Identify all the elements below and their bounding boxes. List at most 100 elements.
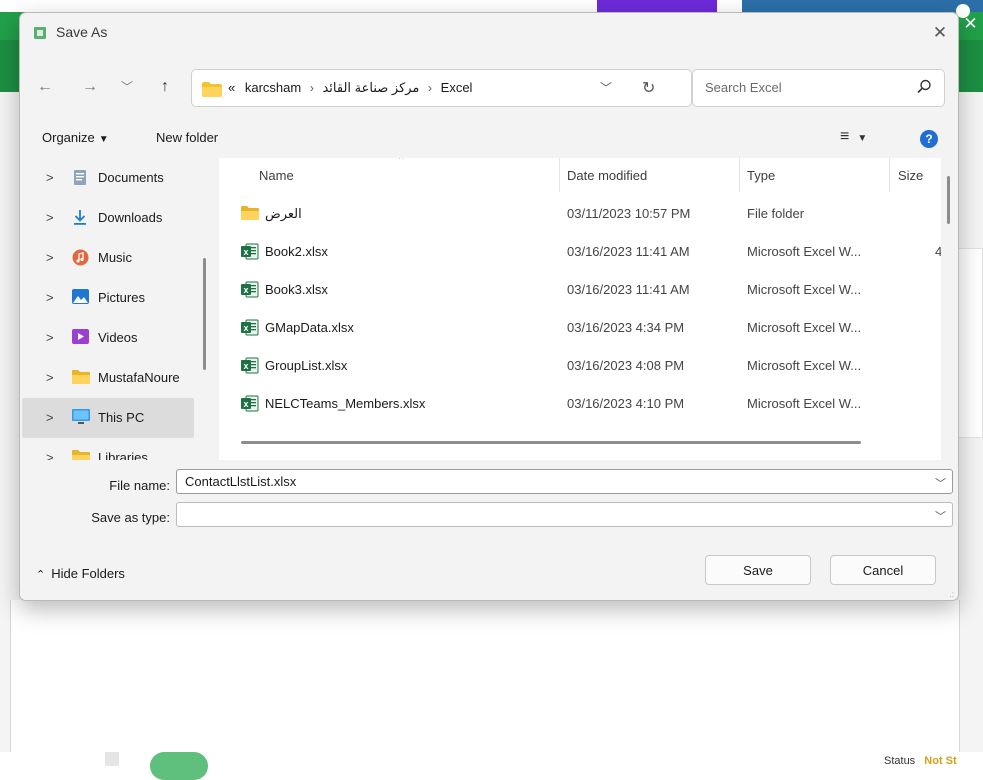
expand-chevron-icon[interactable]: >	[46, 450, 54, 460]
file-date-cell: 03/16/2023 11:41 AM	[567, 282, 690, 297]
file-name-field[interactable]: ContactLlstList.xlsx ﹀	[176, 469, 953, 494]
breadcrumb-item[interactable]: karcsham	[245, 80, 301, 95]
file-date-cell: 03/11/2023 10:57 PM	[567, 206, 691, 221]
sidebar-item-libraries[interactable]: > Libraries	[22, 438, 194, 460]
file-name-label: File name:	[109, 478, 170, 493]
file-date-cell: 03/16/2023 4:10 PM	[567, 396, 685, 411]
pictures-icon	[72, 289, 90, 306]
search-icon[interactable]	[917, 79, 932, 94]
file-name-cell: العرض	[265, 206, 302, 221]
documents-icon	[72, 169, 90, 186]
search-input[interactable]: Search Excel	[692, 69, 945, 107]
sidebar-item-this-pc[interactable]: > This PC	[22, 398, 194, 438]
refresh-icon[interactable]: ↻	[642, 78, 655, 98]
caret-down-icon: ▼	[98, 134, 109, 145]
excel-file-icon: x	[241, 243, 259, 260]
column-size-header[interactable]: Size	[898, 168, 923, 183]
breadcrumb-separator[interactable]: ›	[310, 81, 314, 95]
up-arrow-icon[interactable]: ↑	[156, 78, 174, 96]
organize-label: Organize	[42, 130, 95, 145]
computer-icon	[72, 409, 90, 426]
expand-chevron-icon[interactable]: >	[46, 170, 54, 185]
sidebar-item-label: This PC	[98, 410, 145, 425]
sidebar-item-label: Pictures	[98, 290, 145, 305]
back-arrow-icon[interactable]: ←	[36, 78, 54, 96]
sidebar-item-music[interactable]: > Music	[22, 238, 194, 278]
column-type-header[interactable]: Type	[747, 168, 775, 183]
file-name-cell: NELCTeams_Members.xlsx	[265, 396, 426, 411]
breadcrumb: « karcsham › مركز صناعة القائد › Excel	[228, 80, 472, 96]
column-name-header[interactable]: Name	[259, 168, 294, 183]
sidebar-item-downloads[interactable]: > Downloads	[22, 198, 194, 238]
file-name-cell: GMapData.xlsx	[265, 320, 354, 335]
dialog-titlebar[interactable]: Save As ✕	[20, 13, 958, 53]
file-row[interactable]: x GMapData.xlsx 03/16/2023 4:34 PM Microsof…	[219, 309, 941, 347]
navigation-scrollbar[interactable]	[203, 258, 206, 370]
resize-grip-icon[interactable]: .:	[950, 590, 954, 599]
vertical-scrollbar[interactable]	[947, 176, 950, 224]
organize-button[interactable]: Organize ▼	[42, 130, 109, 145]
sidebar-item-label: MustafaNoure	[98, 370, 180, 385]
sidebar-item-mustafanoure[interactable]: > MustafaNoure	[22, 358, 194, 398]
forward-arrow-icon[interactable]: →	[81, 78, 99, 96]
save-as-type-select[interactable]: ﹀	[176, 502, 953, 527]
folder-icon	[72, 449, 90, 460]
address-dropdown-icon[interactable]: ﹀	[600, 79, 612, 96]
search-placeholder: Search Excel	[705, 80, 782, 95]
background-panel	[10, 600, 960, 760]
help-icon[interactable]: ?	[920, 130, 938, 148]
dialog-title: Save As	[56, 24, 108, 40]
sidebar-item-pictures[interactable]: > Pictures	[22, 278, 194, 318]
file-type-cell: Microsoft Excel W...	[747, 282, 862, 297]
save-button[interactable]: Save	[705, 555, 811, 585]
file-row[interactable]: x GroupList.xlsx 03/16/2023 4:08 PM Microso…	[219, 347, 941, 385]
svg-text:x: x	[243, 361, 248, 371]
expand-chevron-icon[interactable]: >	[46, 330, 54, 345]
navigation-pane: > Documents > Downloads > Music > Pictures > Vide…	[20, 158, 195, 460]
expand-chevron-icon[interactable]: >	[46, 410, 54, 425]
expand-chevron-icon[interactable]: >	[46, 210, 54, 225]
breadcrumb-separator[interactable]: ›	[428, 81, 432, 95]
sidebar-item-documents[interactable]: > Documents	[22, 158, 194, 198]
file-row[interactable]: العرض 03/11/2023 10:57 PM File folder	[219, 195, 941, 233]
expand-chevron-icon[interactable]: >	[46, 250, 54, 265]
column-date-header[interactable]: Date modified	[567, 168, 647, 183]
breadcrumb-item[interactable]: مركز صناعة القائد	[322, 80, 419, 95]
new-folder-button[interactable]: New folder	[156, 130, 218, 145]
recent-locations-chevron-icon[interactable]: ﹀	[118, 78, 136, 96]
excel-file-icon: x	[241, 319, 259, 336]
background-bottom-shape	[150, 752, 208, 780]
breadcrumb-item[interactable]: Excel	[441, 80, 473, 95]
view-options-button[interactable]: ≡ ▼	[840, 128, 867, 146]
music-icon	[72, 249, 90, 266]
list-view-icon: ≡	[840, 128, 850, 145]
excel-file-icon: x	[241, 395, 259, 412]
hide-folders-toggle[interactable]: ⌃ Hide Folders	[36, 566, 125, 581]
address-bar[interactable]: « karcsham › مركز صناعة القائد › Excel ﹀…	[191, 69, 692, 107]
column-divider[interactable]	[739, 158, 740, 192]
chevron-down-icon[interactable]: ﹀	[935, 475, 946, 491]
downloads-icon	[72, 209, 90, 226]
chevron-down-icon[interactable]: ﹀	[935, 508, 946, 524]
column-header: Name ^ Date modified Type Size	[219, 158, 941, 192]
column-divider[interactable]	[889, 158, 890, 192]
hide-folders-label: Hide Folders	[51, 566, 125, 581]
file-date-cell: 03/16/2023 11:41 AM	[567, 244, 690, 259]
sidebar-item-videos[interactable]: > Videos	[22, 318, 194, 358]
background-bottom-bar	[105, 752, 119, 766]
column-divider[interactable]	[559, 158, 560, 192]
file-row[interactable]: x Book3.xlsx 03/16/2023 11:41 AM Microsoft …	[219, 271, 941, 309]
background-close-icon[interactable]: ✕	[958, 12, 983, 36]
breadcrumb-overflow[interactable]: «	[228, 80, 235, 95]
command-bar: Organize ▼ New folder ≡ ▼ ?	[20, 123, 958, 153]
background-bottom	[0, 752, 983, 766]
close-icon[interactable]: ✕	[928, 21, 952, 45]
svg-text:x: x	[243, 323, 248, 333]
cancel-button[interactable]: Cancel	[830, 555, 936, 585]
horizontal-scrollbar[interactable]	[241, 441, 861, 444]
file-row[interactable]: x NELCTeams_Members.xlsx 03/16/2023 4:10 P…	[219, 385, 941, 423]
expand-chevron-icon[interactable]: >	[46, 370, 54, 385]
file-row[interactable]: x Book2.xlsx 03/16/2023 11:41 AM Microsoft …	[219, 233, 941, 271]
file-date-cell: 03/16/2023 4:08 PM	[567, 358, 685, 373]
expand-chevron-icon[interactable]: >	[46, 290, 54, 305]
